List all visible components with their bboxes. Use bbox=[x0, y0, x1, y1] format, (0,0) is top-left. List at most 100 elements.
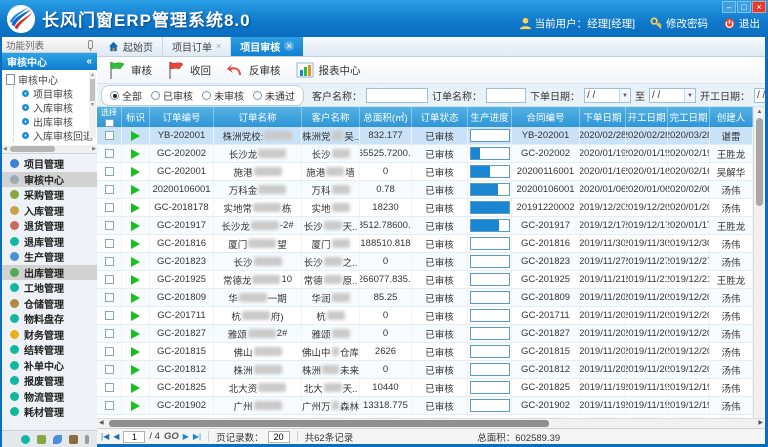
tab-项目审核[interactable]: 项目审核× bbox=[231, 36, 303, 56]
row-checkbox[interactable] bbox=[105, 203, 114, 212]
vertical-scroll-thumb[interactable] bbox=[756, 118, 763, 206]
first-page-button[interactable]: |◀ bbox=[101, 432, 109, 441]
table-row[interactable]: 20200106001万科金万科0.78已审核202001060012020/0… bbox=[97, 181, 753, 199]
row-checkbox[interactable] bbox=[105, 293, 114, 302]
page-size-input[interactable] bbox=[268, 431, 290, 443]
table-row[interactable]: GC-201815佛山佛山中仓库2626已审核GC-2018152019/11/… bbox=[97, 343, 753, 361]
leaf-icon[interactable] bbox=[53, 435, 62, 444]
row-checkbox[interactable] bbox=[105, 383, 114, 392]
toolbar-button-反审核[interactable]: 反审核 bbox=[225, 60, 281, 80]
tree-root-node[interactable]: 审核中心 bbox=[6, 72, 97, 86]
maximize-button[interactable]: □ bbox=[737, 1, 751, 13]
column-header-4[interactable]: 客户名称 bbox=[302, 107, 360, 127]
cart-icon[interactable] bbox=[37, 435, 46, 444]
overflow-dots-icon[interactable] bbox=[85, 435, 89, 444]
radio-dot-icon[interactable] bbox=[151, 91, 160, 100]
table-row[interactable]: GC-201711杭府)杭0已审核GC-2017112019/11/202019… bbox=[97, 307, 753, 325]
chevron-down-icon[interactable]: ▼ bbox=[684, 89, 695, 102]
radio-全部[interactable]: 全部 bbox=[110, 88, 142, 103]
sidebar-item-2[interactable]: 采购管理 bbox=[2, 187, 97, 203]
table-row[interactable]: GC-201925常德龙10常德原..266077.835..已审核GC-201… bbox=[97, 271, 753, 289]
tab-起始页[interactable]: 起始页 bbox=[99, 36, 163, 56]
collapse-icon[interactable]: « bbox=[86, 56, 92, 67]
customer-name-input[interactable] bbox=[366, 88, 428, 103]
column-header-6[interactable]: 订单状态 bbox=[412, 107, 468, 127]
prev-page-button[interactable]: ◀ bbox=[113, 432, 119, 441]
column-header-11[interactable]: 完工日期 bbox=[668, 107, 710, 127]
row-checkbox[interactable] bbox=[105, 311, 114, 320]
start-date-input[interactable]: / /▼ bbox=[754, 88, 765, 103]
radio-dot-icon[interactable] bbox=[202, 91, 211, 100]
row-checkbox[interactable] bbox=[105, 275, 114, 284]
sidebar-item-7[interactable]: 出库管理 bbox=[2, 265, 97, 281]
sidebar-item-0[interactable]: 项目管理 bbox=[2, 156, 97, 172]
radio-已审核[interactable]: 已审核 bbox=[151, 88, 193, 103]
table-row[interactable]: GC-202002长沙龙长沙65525.7200..已审核GC-20200220… bbox=[97, 145, 753, 163]
sidebar-item-12[interactable]: 结转管理 bbox=[2, 342, 97, 358]
radio-dot-icon[interactable] bbox=[110, 91, 119, 100]
person-icon[interactable] bbox=[69, 435, 78, 444]
change-password-button[interactable]: 修改密码 bbox=[650, 16, 708, 31]
scroll-left-icon[interactable]: ◀ bbox=[3, 145, 7, 153]
sidebar-item-6[interactable]: 生产管理 bbox=[2, 249, 97, 265]
sidebar-item-9[interactable]: 仓储管理 bbox=[2, 296, 97, 312]
close-button[interactable]: × bbox=[752, 1, 766, 13]
last-page-button[interactable]: ▶| bbox=[193, 432, 201, 441]
toolbar-button-收回[interactable]: 收回 bbox=[166, 60, 211, 80]
group-header[interactable]: 审核中心 « bbox=[2, 53, 97, 70]
scroll-right-icon[interactable]: ▶ bbox=[92, 145, 96, 153]
sidebar-item-5[interactable]: 退库管理 bbox=[2, 234, 97, 250]
radio-dot-icon[interactable] bbox=[253, 91, 262, 100]
row-checkbox[interactable] bbox=[105, 401, 114, 410]
column-header-9[interactable]: 下单日期 bbox=[580, 107, 626, 127]
row-checkbox[interactable] bbox=[105, 365, 114, 374]
tab-项目订单[interactable]: 项目订单× bbox=[163, 36, 231, 56]
horizontal-scroll-thumb[interactable] bbox=[109, 420, 549, 427]
toolbar-button-审核[interactable]: 审核 bbox=[107, 60, 152, 80]
order-date-to-input[interactable]: / /▼ bbox=[649, 88, 696, 103]
module-dot-icon[interactable] bbox=[21, 435, 30, 444]
sidebar-item-4[interactable]: 退货管理 bbox=[2, 218, 97, 234]
sidebar-item-13[interactable]: 补单中心 bbox=[2, 358, 97, 374]
table-row[interactable]: GC-201827雅颂2#雅颂0已审核GC-2018272019/11/2020… bbox=[97, 325, 753, 343]
sidebar-item-11[interactable]: 财务管理 bbox=[2, 327, 97, 343]
column-header-3[interactable]: 订单名称 bbox=[214, 107, 302, 127]
column-header-10[interactable]: 开工日期 bbox=[626, 107, 668, 127]
row-checkbox[interactable] bbox=[105, 239, 114, 248]
scroll-right-icon[interactable]: ▶ bbox=[758, 419, 763, 428]
row-checkbox[interactable] bbox=[105, 149, 114, 158]
sidebar-item-3[interactable]: 入库管理 bbox=[2, 203, 97, 219]
table-row[interactable]: GC-201902广州广州万森林13318.775已审核GC-201902201… bbox=[97, 397, 753, 415]
tree-item-2[interactable]: 出库审核 bbox=[14, 114, 97, 128]
column-header-8[interactable]: 合同编号 bbox=[512, 107, 580, 127]
row-checkbox[interactable] bbox=[105, 167, 114, 176]
next-page-button[interactable]: ▶ bbox=[183, 432, 189, 441]
row-checkbox[interactable] bbox=[105, 131, 114, 140]
sidebar-item-15[interactable]: 物流管理 bbox=[2, 389, 97, 405]
close-tab-icon[interactable]: × bbox=[216, 41, 221, 51]
row-checkbox[interactable] bbox=[105, 257, 114, 266]
sidebar-item-16[interactable]: 耗材管理 bbox=[2, 404, 97, 420]
tree-vertical-scrollbar[interactable]: ▲▼ bbox=[89, 72, 96, 138]
sidebar-item-10[interactable]: 物料盘存 bbox=[2, 311, 97, 327]
scroll-left-icon[interactable]: ◀ bbox=[99, 419, 104, 428]
radio-未审核[interactable]: 未审核 bbox=[202, 88, 244, 103]
logout-button[interactable]: 退出 bbox=[723, 16, 760, 31]
table-row[interactable]: GC-2018178实地常栋实地18230已审核201912200022019/… bbox=[97, 199, 753, 217]
minimize-button[interactable]: – bbox=[722, 1, 736, 13]
column-header-5[interactable]: 总面积(㎡) bbox=[360, 107, 412, 127]
go-button[interactable]: GO bbox=[164, 431, 179, 442]
sidebar-item-8[interactable]: 工地管理 bbox=[2, 280, 97, 296]
row-checkbox[interactable] bbox=[105, 221, 114, 230]
tree-item-0[interactable]: 项目审核 bbox=[14, 86, 97, 100]
close-tab-icon[interactable]: × bbox=[284, 41, 294, 51]
sidebar-item-14[interactable]: 报废管理 bbox=[2, 373, 97, 389]
row-checkbox[interactable] bbox=[105, 329, 114, 338]
table-row[interactable]: GC-201823长沙长沙之..0已审核GC-2018232019/11/272… bbox=[97, 253, 753, 271]
select-all-checkbox[interactable] bbox=[105, 119, 114, 127]
table-row[interactable]: GC-201812株洲株洲未来0已审核GC-2018122019/11/2020… bbox=[97, 361, 753, 379]
table-row[interactable]: YB-202001株洲党校:株洲党吴..832.177已审核YB-2020012… bbox=[97, 127, 753, 145]
table-vertical-scrollbar[interactable]: ▲ bbox=[753, 107, 765, 418]
table-row[interactable]: GC-202001施港施港墙0已审核202001160012020/01/162… bbox=[97, 163, 753, 181]
column-header-2[interactable]: 订单编号 bbox=[150, 107, 214, 127]
